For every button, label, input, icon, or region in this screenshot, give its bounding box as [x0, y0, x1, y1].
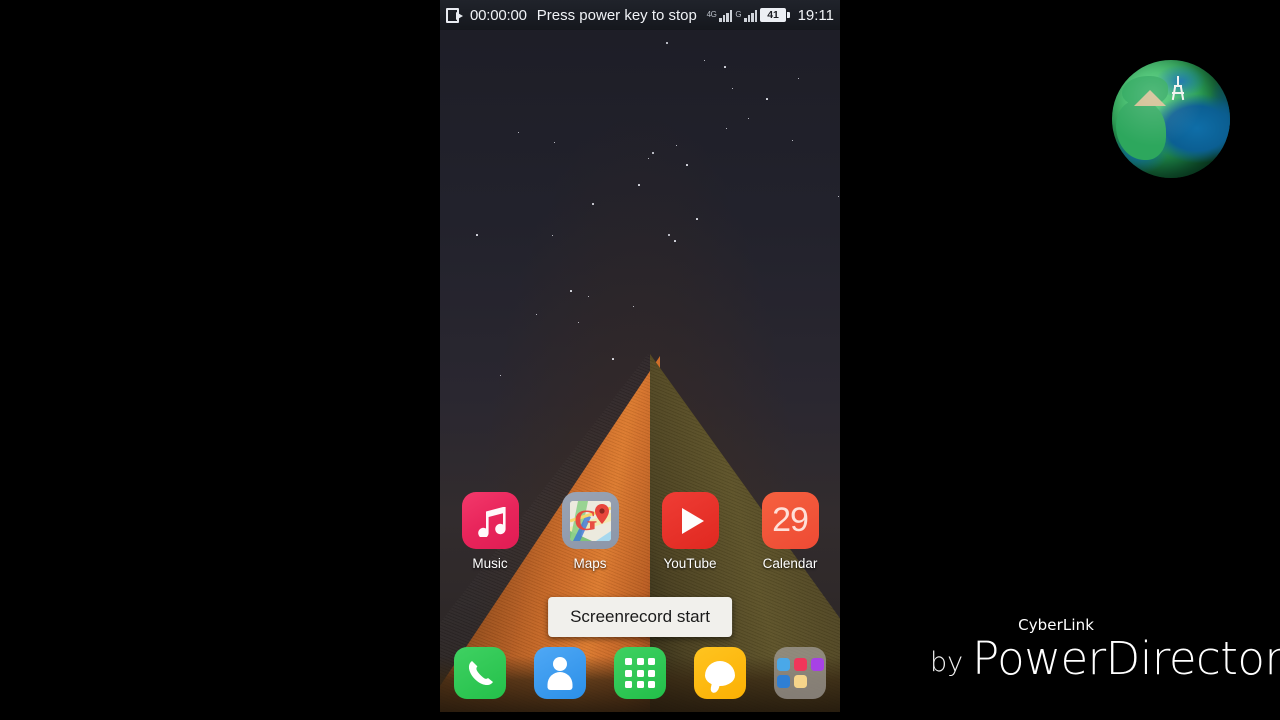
app-label: Music [472, 556, 508, 571]
watermark-by-label: by [930, 647, 964, 678]
dock-item-contacts[interactable] [520, 647, 600, 699]
phone-screen: 00:00:00 Press power key to stop 4G G 41… [440, 0, 840, 716]
folder-mini-icon-notes [793, 675, 807, 688]
message-bubble-icon[interactable] [694, 647, 746, 699]
dock-item-messages[interactable] [680, 647, 760, 699]
powerdirector-watermark: by CyberLink PowerDirector [930, 616, 1280, 681]
folder-mini-icon-music [793, 658, 807, 671]
folder-mini-icon-video [810, 658, 824, 671]
record-stop-hint: Press power key to stop [536, 6, 697, 24]
status-bar: 00:00:00 Press power key to stop 4G G 41… [440, 0, 840, 30]
person-glyph [545, 657, 575, 690]
dock-item-phone[interactable] [440, 647, 520, 699]
status-bar-right-cluster: 4G G 41 19:11 [707, 7, 834, 24]
handset-glyph [468, 661, 493, 686]
home-screen-app-row: Music G Maps YouTube 29 Calendar [440, 492, 840, 588]
signal-strength-icon-1 [719, 9, 733, 22]
app-item-maps[interactable]: G Maps [540, 492, 640, 588]
dock-item-apps[interactable] [600, 647, 680, 699]
app-item-youtube[interactable]: YouTube [640, 492, 740, 588]
grid-glyph [625, 658, 655, 688]
toast-notification: Screenrecord start [548, 597, 732, 637]
calendar-icon[interactable]: 29 [761, 492, 819, 549]
dock-bar [440, 640, 840, 706]
green-globe-logo [1112, 60, 1230, 178]
screenshot-canvas: 00:00:00 Press power key to stop 4G G 41… [0, 0, 1280, 720]
app-item-calendar[interactable]: 29 Calendar [740, 492, 840, 588]
app-label: Maps [573, 556, 607, 571]
contacts-person-icon[interactable] [534, 647, 586, 699]
app-drawer-grid-icon[interactable] [614, 647, 666, 699]
google-maps-icon[interactable]: G [561, 492, 619, 549]
bubble-glyph [705, 660, 735, 686]
battery-percent-label: 41 [760, 8, 787, 22]
app-label: YouTube [663, 556, 717, 571]
screen-record-icon [446, 7, 465, 23]
app-folder-icon[interactable] [774, 647, 826, 699]
app-item-music[interactable]: Music [440, 492, 540, 588]
network-type-label-1: 4G [706, 10, 717, 19]
screen-bottom-edge [440, 712, 840, 720]
app-label: Calendar [762, 556, 818, 571]
watermark-cyberlink-label: CyberLink [1018, 616, 1095, 634]
record-timer: 00:00:00 [470, 6, 527, 24]
music-note-glyph [478, 506, 506, 537]
music-note-icon[interactable] [461, 492, 519, 549]
dock-item-folder[interactable] [760, 647, 840, 699]
calendar-day-number: 29 [772, 501, 809, 539]
battery-icon: 41 [760, 8, 790, 22]
folder-mini-icon-settings [776, 675, 790, 688]
maps-art: G [569, 500, 611, 541]
watermark-brand-label: PowerDirector [972, 632, 1280, 685]
network-type-label-2: G [735, 10, 742, 19]
status-bar-clock: 19:11 [797, 6, 834, 24]
folder-mini-icons [776, 658, 824, 688]
signal-strength-icon-2 [744, 9, 758, 22]
youtube-play-icon[interactable] [661, 492, 719, 549]
play-triangle-glyph [681, 507, 704, 534]
phone-handset-icon[interactable] [454, 647, 506, 699]
svg-text:G: G [574, 504, 597, 537]
maps-thumbnail: G [569, 500, 611, 541]
folder-mini-icon-cloud [776, 658, 790, 671]
